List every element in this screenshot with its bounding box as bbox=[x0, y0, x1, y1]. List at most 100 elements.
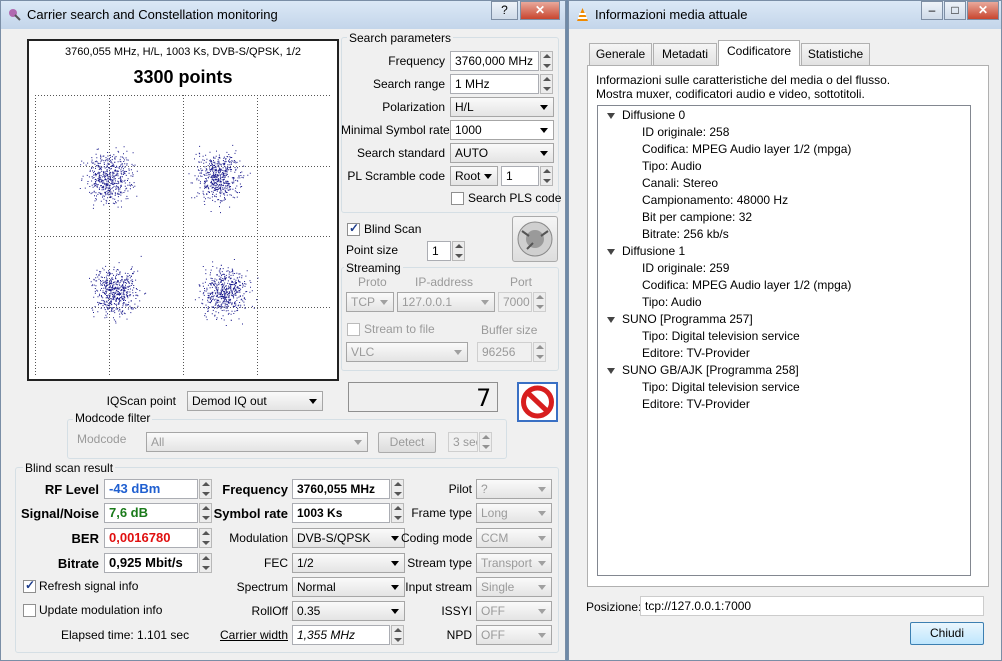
expand-arrow-icon[interactable] bbox=[607, 317, 615, 323]
constellation-header: 3760,055 MHz, H/L, 1003 Ks, DVB-S/QPSK, … bbox=[64, 46, 301, 58]
rf-level-value: -43 dBm bbox=[104, 479, 198, 499]
tree-item: ID originale: 258 bbox=[642, 125, 730, 139]
pl-scramble-label: PL Scramble code bbox=[347, 169, 445, 183]
rolloff-select[interactable]: 0.35 bbox=[292, 601, 405, 621]
coding-mode-label: Coding mode bbox=[401, 531, 473, 545]
issyi-select[interactable]: OFF bbox=[476, 601, 552, 621]
tree-node[interactable]: Diffusione 0 bbox=[622, 108, 685, 122]
input-stream-select[interactable]: Single bbox=[476, 577, 552, 597]
constellation-points-cloud bbox=[79, 144, 259, 326]
search-parameters-title: Search parameters bbox=[347, 31, 454, 45]
update-modulation-checkbox[interactable] bbox=[23, 604, 36, 617]
spectrum-select[interactable]: Normal bbox=[292, 577, 405, 597]
tree-item: ID originale: 259 bbox=[642, 261, 730, 275]
carrier-search-window: Carrier search and Constellation monitor… bbox=[0, 0, 566, 661]
tree-node[interactable]: SUNO GB/AJK [Programma 258] bbox=[622, 363, 799, 377]
iqscan-select[interactable]: Demod IQ out bbox=[187, 391, 323, 411]
tab-metadati[interactable]: Metadati bbox=[653, 43, 717, 65]
tree-node[interactable]: Diffusione 1 bbox=[622, 244, 685, 258]
refresh-signal-label: Refresh signal info bbox=[39, 579, 139, 593]
symbol-rate-label: Symbol rate bbox=[213, 506, 288, 521]
codificatore-panel: Informazioni sulle caratteristiche del m… bbox=[587, 65, 989, 587]
buffer-size-spinner[interactable] bbox=[533, 342, 546, 362]
carrier-width-label[interactable]: Carrier width bbox=[211, 628, 288, 642]
right-window-title: Informazioni media attuale bbox=[595, 7, 748, 22]
signal-noise-value: 7,6 dB bbox=[104, 503, 198, 523]
tab-generale[interactable]: Generale bbox=[589, 43, 652, 65]
tab-statistiche[interactable]: Statistiche bbox=[801, 43, 870, 65]
intro-line-1: Informazioni sulle caratteristiche del m… bbox=[596, 73, 891, 87]
frequency-spinner[interactable] bbox=[540, 51, 553, 71]
help-button[interactable]: ? bbox=[491, 1, 518, 20]
refresh-signal-checkbox[interactable] bbox=[23, 578, 36, 593]
tree-item: Tipo: Audio bbox=[642, 159, 702, 173]
constellation-plot bbox=[35, 95, 331, 377]
blind-scan-checkbox[interactable] bbox=[347, 221, 360, 236]
modcode-select[interactable]: All bbox=[146, 432, 368, 452]
modcode-label: Modcode bbox=[77, 432, 127, 446]
tree-item: Tipo: Digital television service bbox=[642, 329, 800, 343]
coding-mode-select[interactable]: CCM bbox=[476, 528, 552, 548]
maximize-button[interactable]: □ bbox=[944, 1, 966, 20]
logo-button[interactable] bbox=[512, 216, 558, 262]
chiudi-button[interactable]: Chiudi bbox=[910, 622, 984, 645]
min-symbol-rate-select[interactable]: 1000 bbox=[450, 120, 554, 140]
tree-node[interactable]: SUNO [Programma 257] bbox=[622, 312, 753, 326]
proto-select[interactable]: TCP bbox=[346, 292, 394, 312]
iqscan-label: IQScan point bbox=[106, 394, 176, 408]
elapsed-time: Elapsed time: 1.101 sec bbox=[61, 628, 190, 642]
stream-type-select[interactable]: Transport bbox=[476, 553, 552, 573]
modcode-filter-title: Modcode filter bbox=[73, 411, 153, 425]
search-standard-select[interactable]: AUTO bbox=[450, 143, 554, 163]
ip-address-select[interactable]: 127.0.0.1 bbox=[397, 292, 495, 312]
detect-seconds-spinner[interactable] bbox=[479, 432, 492, 452]
search-range-input[interactable]: 1 MHz bbox=[450, 74, 539, 94]
left-close-button[interactable]: ✕ bbox=[520, 1, 560, 20]
frame-type-select[interactable]: Long bbox=[476, 503, 552, 523]
search-standard-label: Search standard bbox=[356, 146, 445, 160]
search-pls-checkbox[interactable] bbox=[451, 192, 464, 205]
pl-scramble-spinner[interactable] bbox=[540, 166, 553, 186]
buffer-size-input[interactable]: 96256 bbox=[477, 342, 532, 362]
stop-icon bbox=[521, 385, 554, 419]
intro-line-2: Mostra muxer, codificatori audio e video… bbox=[596, 87, 865, 101]
stop-button[interactable] bbox=[517, 382, 558, 422]
signal-noise-label: Signal/Noise bbox=[20, 506, 99, 521]
detect-seconds-input[interactable]: 3 sec bbox=[448, 432, 478, 452]
detect-button[interactable]: Detect bbox=[378, 432, 436, 453]
right-close-button[interactable]: ✕ bbox=[967, 1, 999, 20]
frequency-input[interactable]: 3760,000 MHz bbox=[450, 51, 539, 71]
expand-arrow-icon[interactable] bbox=[607, 113, 615, 119]
port-spinner[interactable] bbox=[533, 292, 546, 312]
expand-arrow-icon[interactable] bbox=[607, 249, 615, 255]
polarization-select[interactable]: H/L bbox=[450, 97, 554, 117]
fec-select[interactable]: 1/2 bbox=[292, 553, 405, 573]
minimize-button[interactable]: ‒ bbox=[921, 1, 943, 20]
rolloff-label: RollOff bbox=[251, 604, 288, 618]
ber-value: 0,0016780 bbox=[104, 528, 198, 548]
codec-tree[interactable]: Diffusione 0 ID originale: 258 Codifica: M… bbox=[597, 105, 971, 576]
polarization-label: Polarization bbox=[382, 100, 445, 114]
stream-to-file-checkbox[interactable] bbox=[347, 323, 360, 336]
pl-scramble-input[interactable]: 1 bbox=[501, 166, 539, 186]
issyi-label: ISSYI bbox=[441, 604, 472, 618]
npd-select[interactable]: OFF bbox=[476, 625, 552, 645]
point-size-input[interactable]: 1 bbox=[427, 241, 451, 261]
search-pls-label: Search PLS code bbox=[468, 191, 562, 205]
counter-digit: 7 bbox=[476, 384, 491, 412]
npd-label: NPD bbox=[446, 628, 472, 642]
pilot-select[interactable]: ? bbox=[476, 479, 552, 499]
tree-item: Codifica: MPEG Audio layer 1/2 (mpga) bbox=[642, 142, 852, 156]
modulation-select[interactable]: DVB-S/QPSK bbox=[292, 528, 405, 548]
stream-to-file-label: Stream to file bbox=[364, 322, 435, 336]
tab-codificatore[interactable]: Codificatore bbox=[718, 40, 800, 66]
expand-arrow-icon[interactable] bbox=[607, 368, 615, 374]
position-input[interactable]: tcp://127.0.0.1:7000 bbox=[640, 596, 984, 616]
pl-scramble-mode-select[interactable]: Root bbox=[450, 166, 498, 186]
tree-item: Tipo: Audio bbox=[642, 295, 702, 309]
search-range-spinner[interactable] bbox=[540, 74, 553, 94]
vlc-cone-icon bbox=[577, 8, 588, 21]
player-select[interactable]: VLC bbox=[346, 342, 468, 362]
point-size-spinner[interactable] bbox=[452, 241, 465, 261]
port-input[interactable]: 7000 bbox=[498, 292, 532, 312]
